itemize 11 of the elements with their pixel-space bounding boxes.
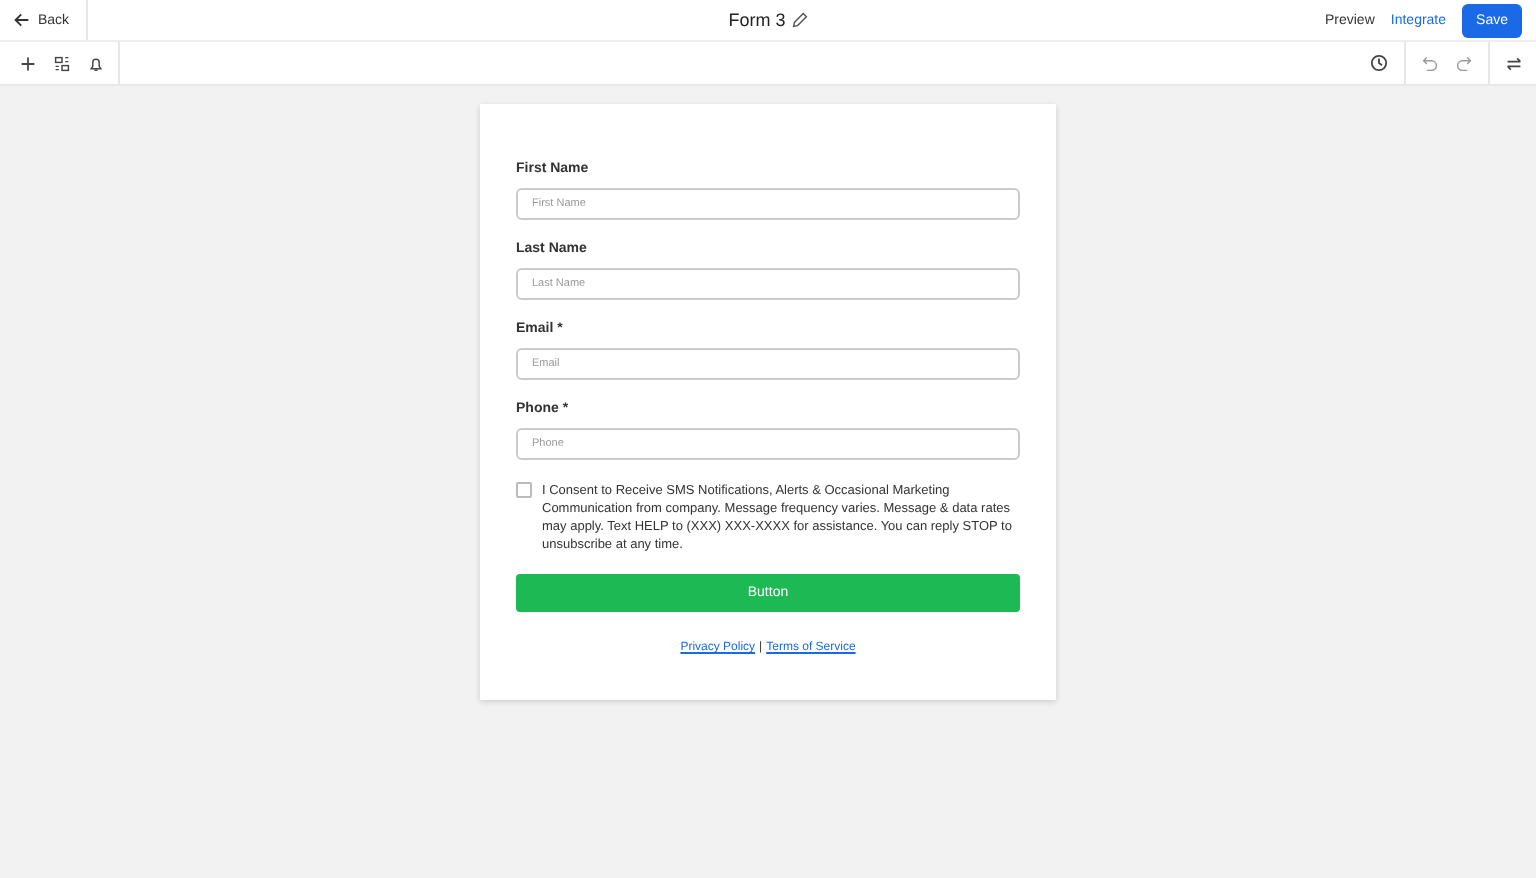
bell-icon[interactable]	[88, 55, 104, 71]
history-icon[interactable]	[1370, 54, 1388, 72]
swap-icon[interactable]	[1506, 55, 1522, 71]
form-title: Form 3	[728, 10, 786, 30]
edit-pencil-icon[interactable]	[791, 12, 808, 28]
undo-icon[interactable]	[1422, 55, 1438, 71]
back-arrow-icon	[14, 12, 30, 28]
layers-icon[interactable]	[54, 55, 70, 71]
consent-checkbox[interactable]	[516, 482, 532, 498]
redo-icon[interactable]	[1456, 55, 1472, 71]
add-icon[interactable]	[20, 55, 36, 71]
